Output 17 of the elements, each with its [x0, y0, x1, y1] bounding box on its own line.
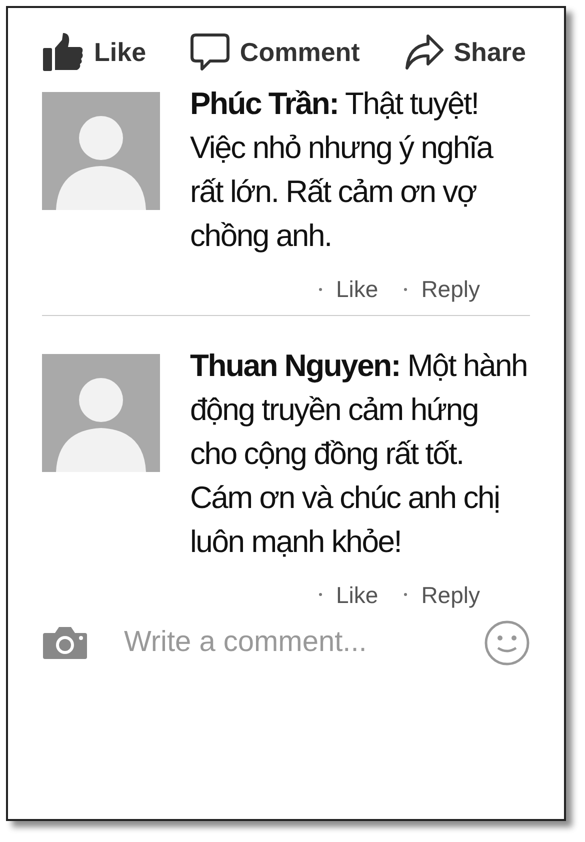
share-arrow-icon — [404, 33, 444, 71]
speech-bubble-icon — [190, 32, 230, 72]
like-link[interactable]: Like — [336, 272, 378, 306]
reply-link[interactable]: Reply — [421, 272, 480, 306]
thumbs-up-icon — [42, 32, 84, 72]
camera-icon — [42, 626, 88, 660]
smiley-icon — [484, 620, 530, 666]
comment-button[interactable]: Comment — [190, 32, 360, 72]
reply-link[interactable]: Reply — [421, 578, 480, 612]
like-link[interactable]: Like — [336, 578, 378, 612]
comment-text: Thuan Nguyen: Một hành động truyền cảm hứng cho cộng đồng rất tốt. Cám ơn và chúc anh chị luôn mạnh khỏe! — [190, 346, 528, 560]
comment-input[interactable]: Write a comment... — [124, 621, 448, 665]
avatar-icon — [42, 354, 160, 472]
like-button[interactable]: Like — [42, 32, 146, 72]
share-button[interactable]: Share — [404, 32, 526, 72]
comment-text: Phúc Trần: Thật tuyệt! Việc nhỏ nhưng ý nghĩa rất lớn. Rất cảm ơn vợ chồng anh. — [190, 85, 494, 255]
avatar-icon — [42, 92, 160, 210]
